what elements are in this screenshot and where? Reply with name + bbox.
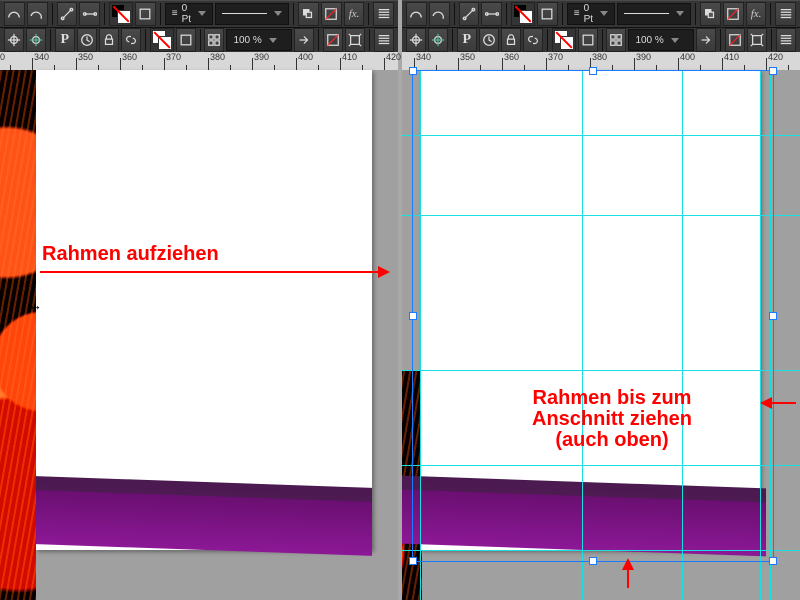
- selection-handle[interactable]: [769, 557, 777, 565]
- stroke-style-dropdown[interactable]: [215, 3, 289, 25]
- semicircle-icon[interactable]: [406, 2, 427, 26]
- no-gradient-icon[interactable]: [321, 2, 342, 26]
- swatch-stroke-icon[interactable]: [552, 29, 576, 51]
- selection-handle[interactable]: [769, 67, 777, 75]
- registration-icon[interactable]: [26, 28, 46, 52]
- ruler-right[interactable]: 340350360370380390400410420: [402, 52, 800, 71]
- toolbar-left: ≡0 Pt fx. P 100 %: [0, 0, 398, 54]
- no-shadow-icon[interactable]: [700, 2, 721, 26]
- stroke-weight-field[interactable]: ≡0 Pt: [567, 3, 615, 25]
- lock-icon[interactable]: [501, 28, 521, 52]
- line-diag-icon[interactable]: [57, 2, 78, 26]
- annotation-left-arrow: [40, 271, 378, 273]
- paragraph-style-button[interactable]: P: [457, 28, 477, 52]
- selection-handle[interactable]: [769, 312, 777, 320]
- selection-handle[interactable]: [589, 557, 597, 565]
- toolbar-right: ≡0 Pt fx. P 100 %: [402, 0, 800, 54]
- line-horiz-icon[interactable]: [79, 2, 100, 26]
- arrow-right-icon[interactable]: [696, 28, 716, 52]
- box-icon[interactable]: [578, 28, 598, 52]
- left-image-strip: [0, 70, 36, 600]
- extend-icon[interactable]: [747, 28, 767, 52]
- selection-handle[interactable]: [589, 67, 597, 75]
- zoom-field[interactable]: 100 %: [628, 29, 694, 51]
- selection-handle[interactable]: [409, 312, 417, 320]
- resize-cursor-horizontal[interactable]: ↔: [28, 298, 42, 312]
- chain-icon[interactable]: [523, 28, 543, 52]
- purple-band-front: [36, 490, 372, 556]
- selection-handle[interactable]: [409, 557, 417, 565]
- registration-icon[interactable]: [4, 28, 24, 52]
- para-align-icon[interactable]: [776, 28, 796, 52]
- semicircle-icon[interactable]: [27, 2, 48, 26]
- para-align-icon[interactable]: [775, 2, 796, 26]
- extend-icon[interactable]: [345, 28, 365, 52]
- swatch-stroke-icon[interactable]: [150, 29, 174, 51]
- annotation-right-arrow-v: [627, 570, 629, 588]
- zoom-swatch-icon[interactable]: [606, 28, 626, 52]
- page-left: [36, 70, 372, 550]
- para-align-icon[interactable]: [373, 2, 394, 26]
- box-icon[interactable]: [537, 2, 558, 26]
- workspace-left[interactable]: ↔ Rahmen aufziehen: [0, 70, 398, 600]
- stroke-weight-field[interactable]: ≡0 Pt: [165, 3, 213, 25]
- selection-handle[interactable]: [409, 67, 417, 75]
- workspace-right[interactable]: Rahmen bis zum Anschnitt ziehen (auch ob…: [402, 70, 800, 600]
- swatch-fill-icon[interactable]: [109, 3, 133, 25]
- no-effect-icon[interactable]: [725, 28, 745, 52]
- no-gradient-icon[interactable]: [723, 2, 744, 26]
- semicircle-icon[interactable]: [429, 2, 450, 26]
- para-align-icon[interactable]: [374, 28, 394, 52]
- clock-icon[interactable]: [77, 28, 97, 52]
- no-shadow-icon[interactable]: [298, 2, 319, 26]
- line-horiz-icon[interactable]: [481, 2, 502, 26]
- box-icon[interactable]: [176, 28, 196, 52]
- ruler-left[interactable]: 330340350360370380390400410420: [0, 52, 398, 71]
- fx-button[interactable]: fx.: [344, 2, 365, 26]
- annotation-right-text: Rahmen bis zum Anschnitt ziehen (auch ob…: [532, 388, 692, 451]
- swatch-fill-icon[interactable]: [511, 3, 535, 25]
- box-icon[interactable]: [135, 2, 156, 26]
- chain-icon[interactable]: [121, 28, 141, 52]
- zoom-swatch-icon[interactable]: [204, 28, 224, 52]
- semicircle-icon[interactable]: [4, 2, 25, 26]
- paragraph-style-button[interactable]: P: [55, 28, 75, 52]
- registration-icon[interactable]: [406, 28, 426, 52]
- registration-icon[interactable]: [428, 28, 448, 52]
- clock-icon[interactable]: [479, 28, 499, 52]
- arrow-right-icon[interactable]: [294, 28, 314, 52]
- stroke-style-dropdown[interactable]: [617, 3, 691, 25]
- annotation-left-text: Rahmen aufziehen: [42, 244, 219, 265]
- zoom-field[interactable]: 100 %: [226, 29, 292, 51]
- no-effect-icon[interactable]: [323, 28, 343, 52]
- selection-frame[interactable]: [412, 70, 774, 562]
- line-diag-icon[interactable]: [459, 2, 480, 26]
- lock-icon[interactable]: [99, 28, 119, 52]
- fx-button[interactable]: fx.: [746, 2, 767, 26]
- annotation-right-arrow-h: [772, 402, 796, 404]
